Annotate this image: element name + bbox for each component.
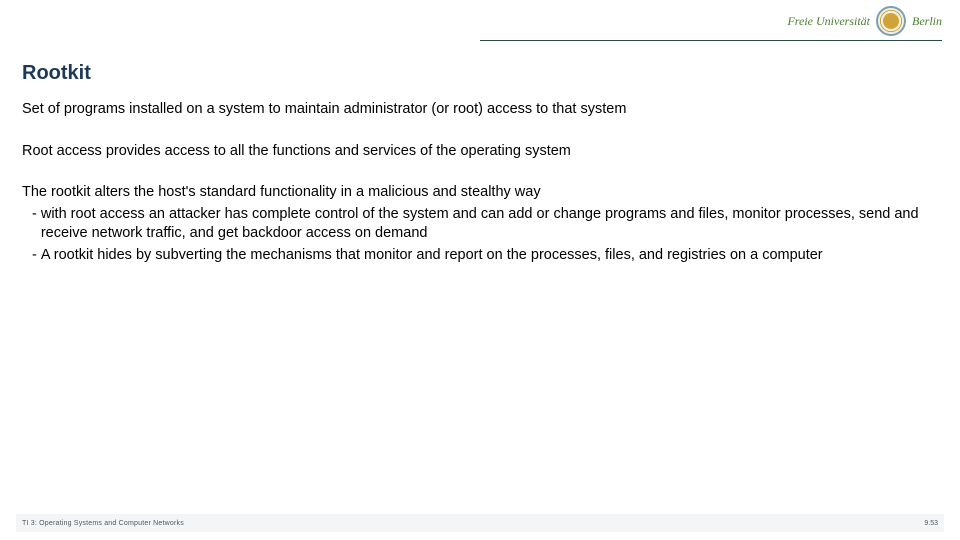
paragraph-1: Set of programs installed on a system to…: [22, 100, 938, 120]
university-name-right: Berlin: [912, 14, 942, 29]
footer-page-number: 9.53: [924, 520, 938, 527]
seal-inner-icon: [883, 13, 899, 29]
sub-item-2-text: A rootkit hides by subverting the mechan…: [41, 246, 938, 266]
sub-item-2: - A rootkit hides by subverting the mech…: [32, 246, 938, 266]
slide-title: Rootkit: [22, 62, 91, 85]
header-divider: [480, 40, 942, 41]
paragraph-2: Root access provides access to all the f…: [22, 142, 938, 162]
paragraph-3: The rootkit alters the host's standard f…: [22, 183, 938, 203]
sub-item-1: - with root access an attacker has compl…: [32, 205, 938, 244]
university-seal-icon: [876, 6, 906, 36]
footer: TI 3: Operating Systems and Computer Net…: [16, 514, 944, 532]
slide-body: Set of programs installed on a system to…: [22, 100, 938, 267]
slide: Freie Universität Berlin Rootkit Set of …: [0, 0, 960, 540]
dash-icon: -: [32, 205, 37, 244]
header-logo: Freie Universität Berlin: [787, 6, 942, 36]
footer-left: TI 3: Operating Systems and Computer Net…: [22, 520, 184, 527]
dash-icon: -: [32, 246, 37, 266]
sublist: - with root access an attacker has compl…: [32, 205, 938, 266]
university-name-left: Freie Universität: [787, 14, 870, 29]
sub-item-1-text: with root access an attacker has complet…: [41, 205, 938, 244]
